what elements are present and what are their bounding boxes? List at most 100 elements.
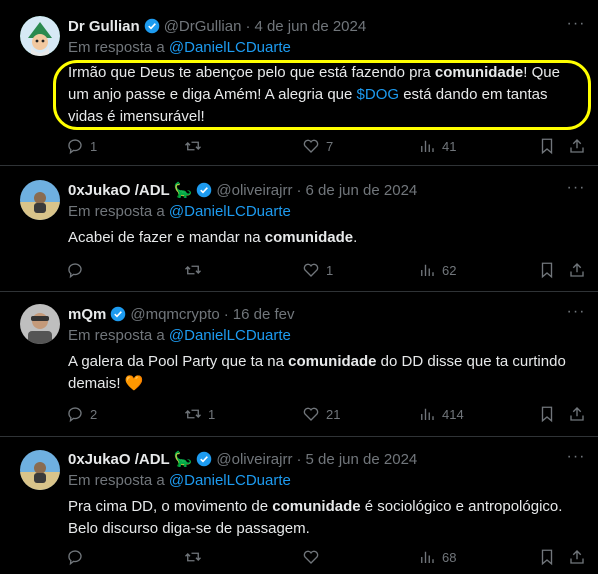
tweet-text-part: .	[353, 229, 358, 246]
reply-mention[interactable]: @DanielLCDuarte	[169, 472, 291, 489]
like-button[interactable]: 7	[302, 136, 333, 156]
verified-badge-icon	[197, 182, 212, 198]
tweet-header: Dr Gullian @DrGullian · 4 de jun de 2024	[68, 16, 366, 36]
reply-icon	[68, 550, 82, 566]
repost-icon	[185, 265, 201, 275]
yellow-highlight-annotation	[53, 60, 591, 130]
view-count: 414	[442, 406, 464, 422]
more-options-icon[interactable]: ···	[566, 449, 586, 471]
bookmark-button[interactable]	[538, 547, 556, 567]
reply-context: Em resposta a @DanielLCDuarte	[68, 39, 291, 59]
tweet-text: Acabei de fazer e mandar na comunidade.	[68, 227, 578, 249]
view-count: 41	[442, 138, 457, 154]
user-handle[interactable]: @oliveirajrr	[216, 451, 292, 468]
like-count: 1	[326, 262, 334, 278]
tweet-date[interactable]: 6 de jun de 2024	[305, 182, 417, 199]
action-bar: 1 7 41	[66, 136, 590, 156]
bookmark-icon	[541, 262, 553, 279]
reply-mention[interactable]: @DanielLCDuarte	[169, 39, 291, 56]
orange-heart-emoji-icon: 🧡	[124, 375, 144, 392]
share-icon	[570, 407, 584, 421]
repost-icon	[185, 141, 201, 151]
tweet-text-part: Acabei de fazer e mandar na	[68, 229, 265, 246]
tweet-header: 0xJukaO /ADL 🦕 @oliveirajrr · 5 de jun d…	[68, 449, 417, 469]
share-button[interactable]	[568, 136, 586, 156]
repost-count: 1	[208, 406, 216, 422]
views-button[interactable]: 68	[418, 547, 456, 567]
reply-mention[interactable]: @DanielLCDuarte	[169, 327, 291, 344]
repost-button[interactable]	[184, 136, 208, 156]
share-button[interactable]	[568, 547, 586, 567]
reply-mention[interactable]: @DanielLCDuarte	[169, 203, 291, 220]
like-button[interactable]: 21	[302, 404, 340, 424]
display-name[interactable]: 0xJukaO /ADL	[68, 451, 170, 468]
share-button[interactable]	[568, 404, 586, 424]
more-options-icon[interactable]: ···	[566, 304, 586, 326]
like-count: 7	[326, 138, 334, 154]
heart-icon	[303, 139, 319, 153]
views-button[interactable]: 41	[418, 136, 456, 156]
keyword-bold: comunidade	[288, 353, 377, 370]
tweet-header: mQm @mqmcrypto · 16 de fev	[68, 304, 294, 324]
more-options-icon[interactable]: ···	[566, 180, 586, 202]
display-name[interactable]: mQm	[68, 306, 106, 323]
like-count: 21	[326, 406, 341, 422]
bookmark-icon	[541, 549, 553, 566]
bookmark-button[interactable]	[538, 136, 556, 156]
avatar[interactable]	[20, 304, 60, 344]
reply-prefix: Em resposta a	[68, 203, 165, 220]
separator-dot: ·	[245, 17, 251, 35]
more-options-icon[interactable]: ···	[566, 16, 586, 38]
reply-icon	[68, 139, 82, 155]
repost-icon	[185, 409, 201, 419]
tweet[interactable]: 0xJukaO /ADL 🦕 @oliveirajrr · 5 de jun d…	[0, 437, 598, 574]
heart-icon	[303, 550, 319, 564]
share-button[interactable]	[568, 260, 586, 280]
reply-button[interactable]: 2	[66, 404, 97, 424]
user-handle[interactable]: @mqmcrypto	[130, 306, 219, 323]
reply-icon	[68, 263, 82, 279]
tweet[interactable]: mQm @mqmcrypto · 16 de fev ··· Em respos…	[0, 292, 598, 436]
reply-count: 2	[90, 406, 98, 422]
share-icon	[570, 263, 584, 277]
reply-context: Em resposta a @DanielLCDuarte	[68, 327, 291, 347]
display-name[interactable]: 0xJukaO /ADL	[68, 182, 170, 199]
like-button[interactable]: 1	[302, 260, 333, 280]
heart-icon	[303, 407, 319, 421]
repost-button[interactable]: 1	[184, 404, 215, 424]
tweet-text-part: Pra cima DD, o movimento de	[68, 498, 273, 515]
reply-prefix: Em resposta a	[68, 472, 165, 489]
tweet[interactable]: 0xJukaO /ADL 🦕 @oliveirajrr · 6 de jun d…	[0, 166, 598, 290]
repost-button[interactable]	[184, 260, 208, 280]
verified-badge-icon	[144, 18, 159, 34]
bookmark-button[interactable]	[538, 260, 556, 280]
verified-badge-icon	[197, 451, 212, 467]
display-name[interactable]: Dr Gullian	[68, 18, 140, 35]
repost-button[interactable]	[184, 547, 208, 567]
bookmark-icon	[541, 138, 553, 155]
reply-button[interactable]	[66, 260, 90, 280]
tweet-date[interactable]: 16 de fev	[233, 306, 295, 323]
reply-button[interactable]	[66, 547, 90, 567]
avatar[interactable]	[20, 180, 60, 220]
tweet-date[interactable]: 4 de jun de 2024	[254, 18, 366, 35]
user-handle[interactable]: @DrGullian	[164, 18, 242, 35]
avatar[interactable]	[20, 450, 60, 490]
views-button[interactable]: 62	[418, 260, 456, 280]
views-chart-icon	[421, 551, 434, 563]
user-handle[interactable]: @oliveirajrr	[216, 182, 292, 199]
view-count: 62	[442, 262, 457, 278]
dinosaur-emoji-icon: 🦕	[173, 182, 193, 199]
tweet-date[interactable]: 5 de jun de 2024	[305, 451, 417, 468]
tweet-text: Pra cima DD, o movimento de comunidade é…	[68, 496, 578, 540]
tweet-text: A galera da Pool Party que ta na comunid…	[68, 351, 578, 395]
views-button[interactable]: 414	[418, 404, 464, 424]
reply-count: 1	[90, 138, 98, 154]
separator-dot: ·	[296, 450, 302, 468]
bookmark-button[interactable]	[538, 404, 556, 424]
like-button[interactable]	[302, 547, 326, 567]
avatar[interactable]	[20, 16, 60, 56]
tweet[interactable]: Dr Gullian @DrGullian · 4 de jun de 2024…	[0, 0, 598, 164]
reply-button[interactable]: 1	[66, 136, 97, 156]
reply-prefix: Em resposta a	[68, 39, 165, 56]
